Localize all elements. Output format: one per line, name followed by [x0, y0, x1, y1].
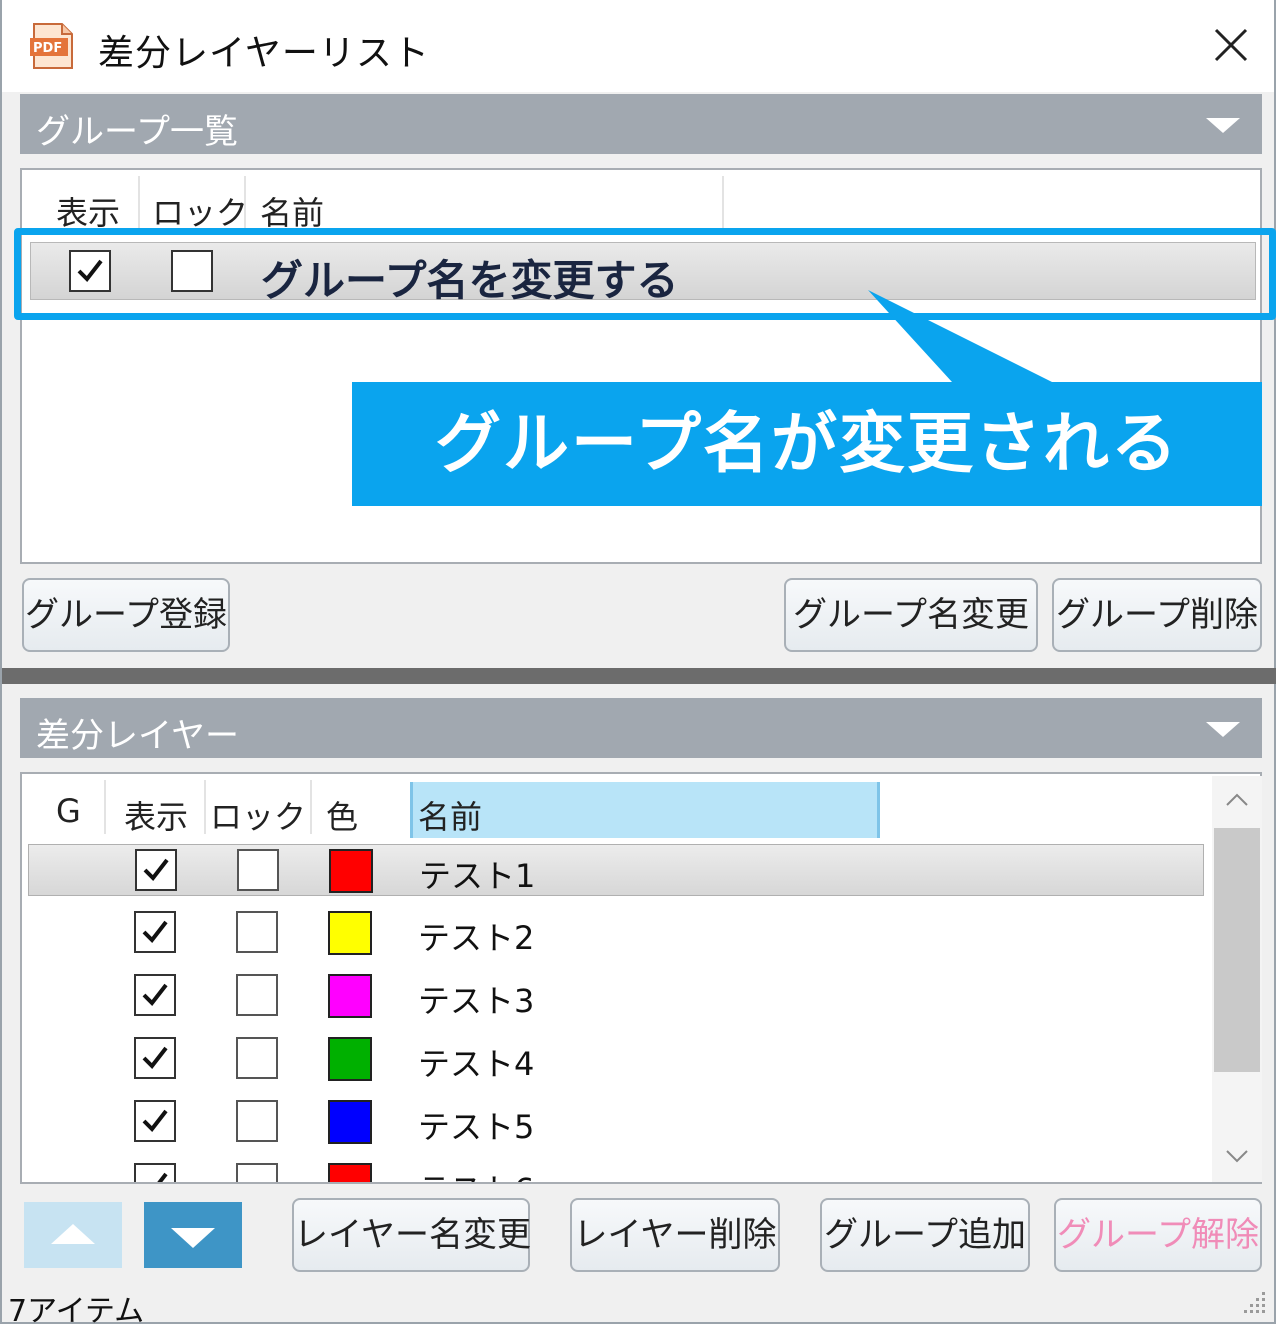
layer-name[interactable]: テスト1	[419, 851, 535, 897]
svg-text:PDF: PDF	[33, 41, 62, 56]
visible-checkbox[interactable]	[134, 911, 176, 953]
item-count-status: 7アイテム	[8, 1294, 145, 1324]
color-swatch[interactable]	[328, 1037, 372, 1081]
close-icon[interactable]	[1198, 16, 1264, 76]
move-layer-up-button[interactable]	[24, 1202, 122, 1268]
layer-section-title: 差分レイヤー	[36, 716, 239, 756]
register-group-button[interactable]: グループ登録	[22, 578, 230, 652]
group-section-header[interactable]: グループ一覧	[20, 94, 1262, 154]
lock-checkbox[interactable]	[237, 849, 279, 891]
delete-group-button[interactable]: グループ削除	[1052, 578, 1262, 652]
column-separator	[138, 176, 140, 230]
layer-list[interactable]: G 表示 ロック 色 名前 テスト1 テスト2 テスト3 テスト4 テスト5	[20, 772, 1262, 1184]
layer-row[interactable]: テスト4	[28, 1033, 1204, 1085]
visible-checkbox[interactable]	[134, 1100, 176, 1142]
column-separator	[244, 176, 246, 230]
column-separator	[204, 780, 206, 834]
resize-grip-icon[interactable]	[1240, 1288, 1268, 1316]
visible-checkbox[interactable]	[134, 974, 176, 1016]
column-separator	[722, 176, 724, 230]
column-header-color[interactable]: 色	[326, 782, 358, 836]
rename-group-button[interactable]: グループ名変更	[784, 578, 1038, 652]
title-bar: PDF 差分レイヤーリスト	[2, 0, 1274, 92]
layer-row[interactable]: テスト2	[28, 907, 1204, 959]
layer-name[interactable]: テスト3	[418, 976, 534, 1022]
delete-layer-button[interactable]: レイヤー削除	[570, 1198, 780, 1272]
color-swatch[interactable]	[328, 1100, 372, 1144]
column-header-lock[interactable]: ロック	[210, 782, 306, 836]
layer-name[interactable]: テスト5	[418, 1102, 534, 1148]
layer-row[interactable]: テスト5	[28, 1096, 1204, 1148]
vertical-scrollbar[interactable]	[1212, 776, 1262, 1182]
layer-name[interactable]: テスト4	[418, 1039, 534, 1085]
arrow-down-icon	[171, 1228, 215, 1248]
pane-splitter[interactable]	[2, 668, 1276, 684]
layer-name[interactable]: テスト6	[418, 1165, 534, 1182]
layer-name[interactable]: テスト2	[418, 913, 534, 959]
column-header-name[interactable]: 名前	[418, 782, 482, 836]
collapse-caret-icon[interactable]	[1206, 118, 1240, 133]
column-header-visible[interactable]: 表示	[56, 178, 120, 232]
color-swatch[interactable]	[328, 1163, 372, 1182]
column-header-lock[interactable]: ロック	[152, 178, 248, 232]
visible-checkbox[interactable]	[134, 1037, 176, 1079]
move-layer-down-button[interactable]	[144, 1202, 242, 1268]
color-swatch[interactable]	[328, 974, 372, 1018]
remove-from-group-button[interactable]: グループ解除	[1054, 1198, 1262, 1272]
lock-checkbox[interactable]	[236, 1100, 278, 1142]
pdf-document-icon: PDF	[28, 22, 78, 70]
column-separator	[104, 780, 106, 834]
callout-text: グループ名が変更される	[434, 405, 1180, 482]
layer-row[interactable]: テスト6	[28, 1159, 1204, 1182]
column-header-name[interactable]: 名前	[260, 178, 324, 232]
lock-checkbox[interactable]	[236, 911, 278, 953]
color-swatch[interactable]	[328, 911, 372, 955]
lock-checkbox[interactable]	[236, 1037, 278, 1079]
add-to-group-button[interactable]: グループ追加	[820, 1198, 1030, 1272]
collapse-caret-icon[interactable]	[1206, 722, 1240, 737]
arrow-up-icon	[51, 1224, 95, 1244]
layer-section-header[interactable]: 差分レイヤー	[20, 698, 1262, 758]
column-header-visible[interactable]: 表示	[124, 782, 188, 836]
chevron-down-icon[interactable]	[1225, 1148, 1249, 1164]
layer-row[interactable]: テスト1	[28, 844, 1204, 896]
scrollbar-thumb[interactable]	[1214, 828, 1260, 1072]
visible-checkbox[interactable]	[135, 849, 177, 891]
highlight-frame	[14, 228, 1276, 320]
color-swatch[interactable]	[329, 849, 373, 893]
layer-row[interactable]: テスト3	[28, 970, 1204, 1022]
differential-layer-list-window: PDF 差分レイヤーリスト グループ一覧 表示 ロック 名前 グループ名を変更す…	[0, 0, 1276, 1324]
visible-checkbox[interactable]	[134, 1163, 176, 1182]
column-header-group[interactable]: G	[56, 782, 81, 834]
window-title: 差分レイヤーリスト	[98, 33, 430, 74]
column-separator	[310, 780, 312, 834]
group-section-title: グループ一覧	[36, 112, 238, 152]
rename-layer-button[interactable]: レイヤー名変更	[292, 1198, 531, 1272]
callout-tail	[868, 290, 1052, 382]
lock-checkbox[interactable]	[236, 974, 278, 1016]
chevron-up-icon[interactable]	[1225, 792, 1249, 808]
annotation-callout: グループ名が変更される	[352, 382, 1262, 506]
lock-checkbox[interactable]	[236, 1163, 278, 1182]
